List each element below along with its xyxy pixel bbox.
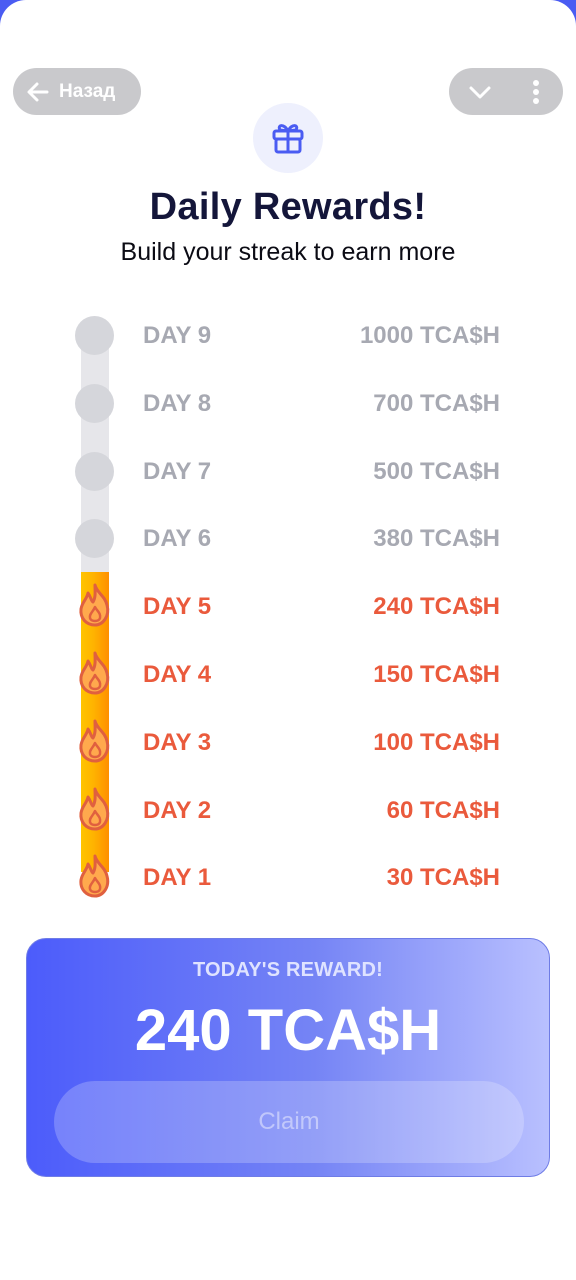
mini-app-menu — [449, 68, 563, 115]
streak-day-amount: 700 TCA$H — [373, 389, 500, 417]
streak-day-amount: 150 TCA$H — [373, 661, 500, 688]
pending-dot-icon — [75, 316, 114, 355]
flame-icon — [75, 787, 115, 831]
flame-icon — [75, 854, 115, 898]
arrow-left-icon — [27, 82, 49, 101]
streak-day-label: DAY 2 — [143, 796, 212, 824]
reward-value: 240 TCA$H — [134, 998, 442, 1063]
streak-row: DAY 2 60 TCA$H — [0, 787, 576, 831]
pending-dot-icon — [75, 383, 114, 423]
streak-day-label: DAY 5 — [143, 593, 212, 621]
gift-badge — [253, 103, 323, 173]
streak-row: DAY 3 100 TCA$H — [0, 719, 576, 763]
streak-day-label: DAY 1 — [143, 864, 212, 892]
gift-icon — [272, 124, 304, 154]
streak-day-amount: 60 TCA$H — [386, 796, 500, 824]
streak-day-amount: 1000 TCA$H — [359, 322, 500, 349]
streak-day-amount: 30 TCA$H — [386, 864, 500, 892]
streak-row: DAY 9 1000 TCA$H — [0, 316, 576, 356]
streak-row: DAY 8 700 TCA$H — [0, 383, 576, 424]
more-vertical-icon[interactable] — [525, 78, 547, 106]
streak-day-label: DAY 9 — [143, 322, 212, 349]
back-label: Назад — [59, 80, 116, 102]
flame-icon — [75, 583, 115, 627]
todays-reward-card: TODAY'S REWARD! 240 TCA$H Claim — [26, 938, 550, 1177]
streak-day-label: DAY 4 — [143, 661, 212, 688]
pending-dot-icon — [75, 519, 114, 559]
streak-day-amount: 240 TCA$H — [373, 593, 500, 621]
streak-day-label: DAY 7 — [143, 457, 212, 485]
claim-button[interactable]: Claim — [54, 1081, 524, 1163]
pending-dot-icon — [75, 451, 114, 491]
streak-day-amount: 380 TCA$H — [373, 525, 500, 553]
page-title: Daily Rewards! — [149, 186, 427, 228]
flame-icon — [75, 719, 115, 763]
streak-day-label: DAY 8 — [143, 389, 212, 417]
reward-label: TODAY'S REWARD! — [192, 959, 383, 981]
streak-row: DAY 5 240 TCA$H — [0, 583, 576, 627]
streak-row: DAY 1 30 TCA$H — [0, 854, 576, 898]
streak-day-amount: 100 TCA$H — [373, 728, 500, 756]
streak-day-amount: 500 TCA$H — [373, 457, 500, 485]
back-button[interactable]: Назад — [13, 68, 141, 115]
streak-day-label: DAY 6 — [143, 525, 212, 553]
rewards-sheet: Назад Daily Rewards! Build your streak t… — [0, 0, 576, 1280]
streak-day-label: DAY 3 — [143, 728, 212, 756]
page-subtitle: Build your streak to earn more — [120, 238, 456, 266]
flame-icon — [75, 651, 115, 695]
chevron-down-icon[interactable] — [467, 79, 493, 105]
streak-row: DAY 6 380 TCA$H — [0, 519, 576, 559]
streak-row: DAY 4 150 TCA$H — [0, 651, 576, 695]
streak-row: DAY 7 500 TCA$H — [0, 451, 576, 492]
